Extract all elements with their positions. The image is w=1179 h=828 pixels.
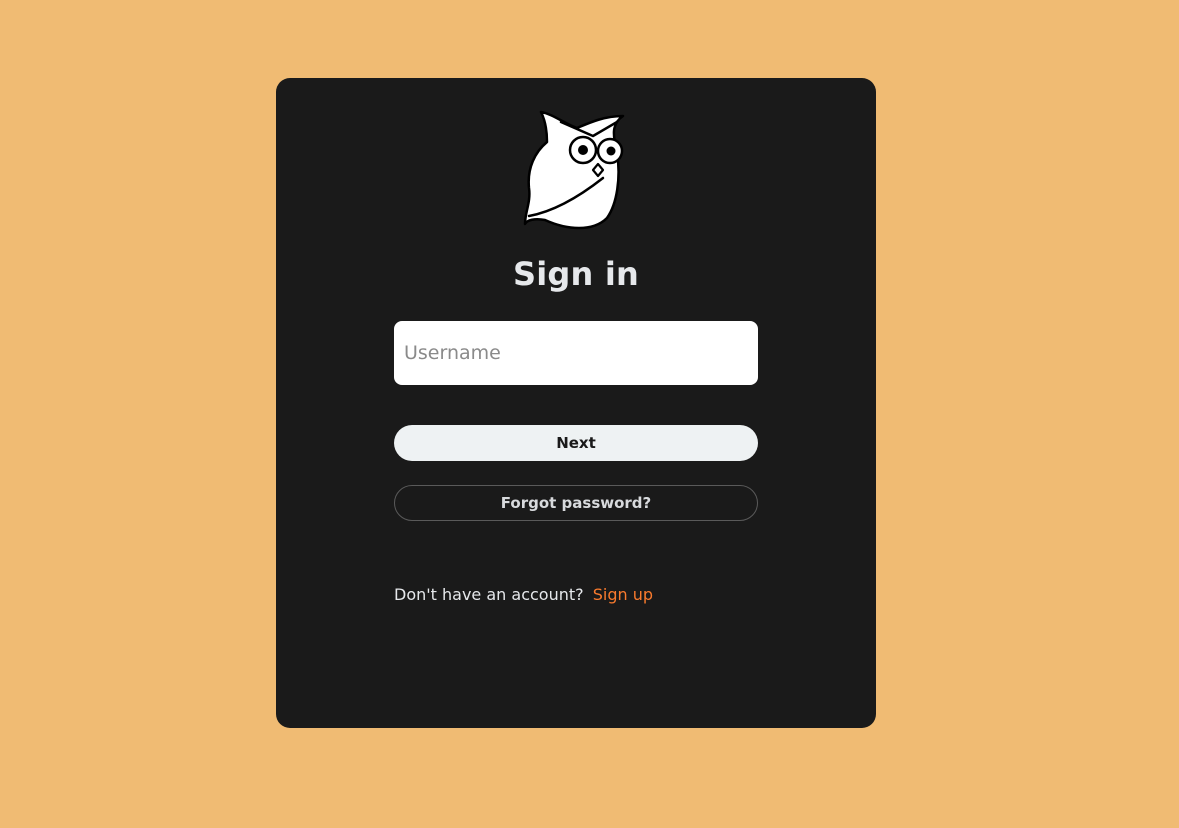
next-button[interactable]: Next	[394, 425, 758, 461]
signin-card: Sign in Next Forgot password? Don't have…	[276, 78, 876, 728]
no-account-text: Don't have an account?	[394, 585, 584, 604]
username-input[interactable]	[394, 321, 758, 385]
forgot-password-button[interactable]: Forgot password?	[394, 485, 758, 521]
signup-prompt: Don't have an account? Sign up	[394, 584, 653, 606]
signup-link[interactable]: Sign up	[593, 585, 653, 604]
page-title: Sign in	[513, 255, 639, 293]
owl-logo-icon	[521, 108, 633, 230]
